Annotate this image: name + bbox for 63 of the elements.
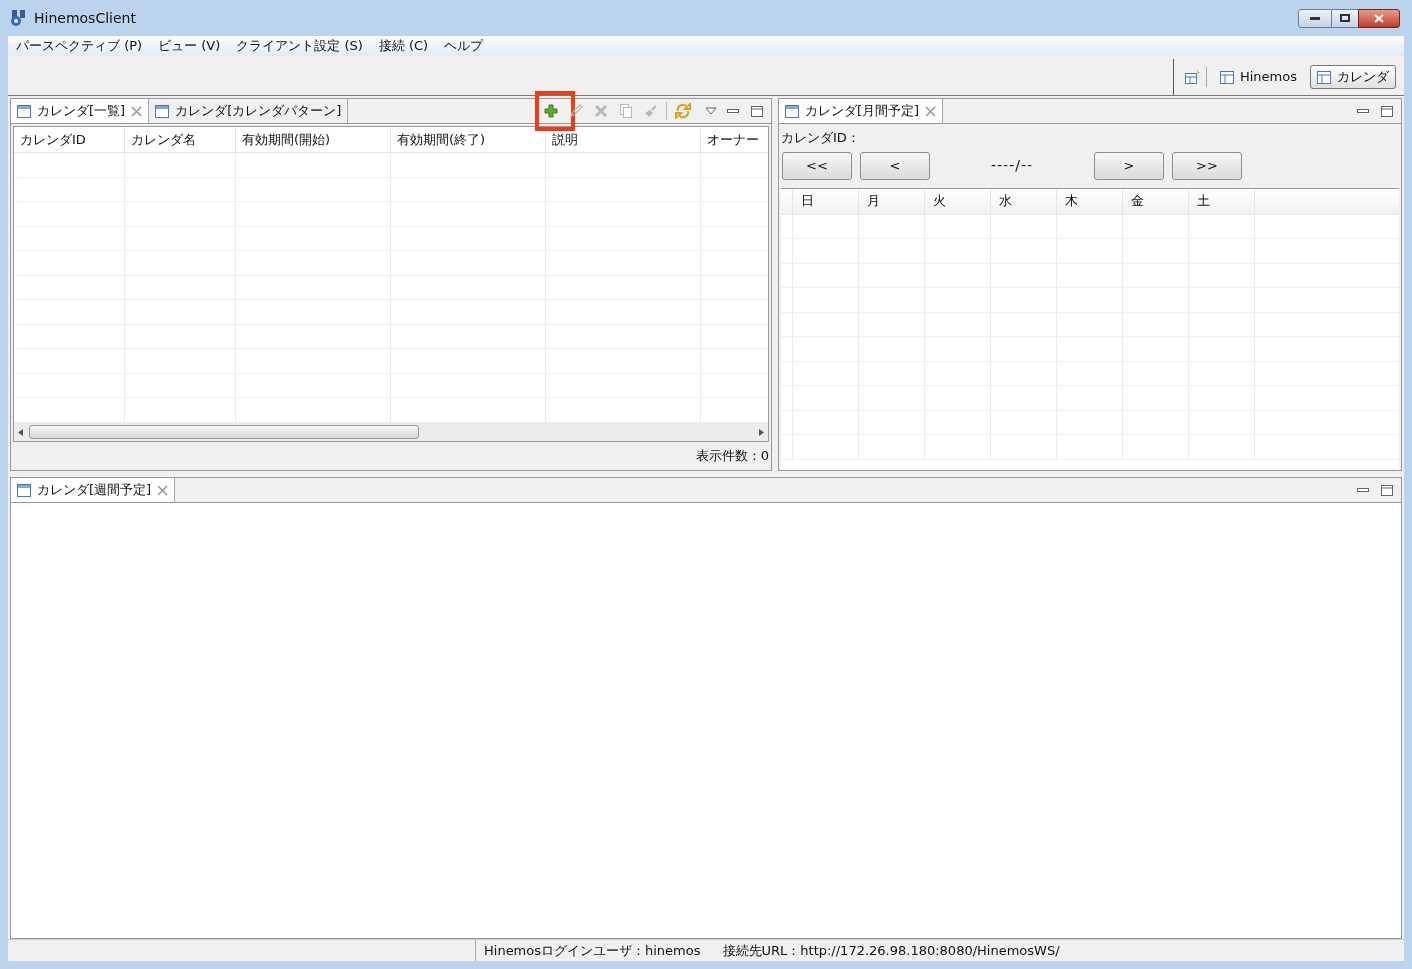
column-header[interactable]: 有効期間(開始) bbox=[236, 127, 391, 152]
maximize-icon[interactable] bbox=[1381, 105, 1393, 117]
menu-item[interactable]: 接続 (C) bbox=[370, 36, 437, 56]
menu-item[interactable]: クライアント設定 (S) bbox=[228, 36, 371, 56]
tab-label: カレンダ[月間予定] bbox=[805, 102, 920, 121]
weekday-header: 土 bbox=[1189, 188, 1255, 214]
menu-item[interactable]: ビュー (V) bbox=[150, 36, 229, 56]
record-count: 表示件数：0 bbox=[695, 447, 769, 466]
maximize-button[interactable] bbox=[1332, 8, 1358, 28]
close-icon[interactable] bbox=[925, 105, 937, 117]
weekday-header: 火 bbox=[925, 188, 991, 214]
weekday-header: 水 bbox=[991, 188, 1057, 214]
column-header[interactable]: オーナー bbox=[701, 127, 768, 152]
perspective-button[interactable]: Hinemos bbox=[1213, 65, 1304, 89]
close-icon bbox=[1374, 13, 1384, 23]
maximize-icon[interactable] bbox=[751, 105, 763, 117]
minimize-button[interactable] bbox=[1298, 8, 1332, 28]
view-icon bbox=[17, 104, 31, 118]
column-header[interactable]: カレンダ名 bbox=[125, 127, 236, 152]
login-user-status: Hinemosログインユーザ：hinemos bbox=[483, 941, 701, 960]
close-icon[interactable] bbox=[131, 105, 143, 117]
minimize-icon[interactable] bbox=[1357, 487, 1369, 493]
weekday-header: 金 bbox=[1123, 188, 1189, 214]
menu-item[interactable]: パースペクティブ (P) bbox=[8, 36, 151, 56]
view-tab[interactable]: カレンダ[月間予定] bbox=[779, 99, 944, 123]
view-tab[interactable]: カレンダ[週間予定] bbox=[11, 478, 176, 502]
weekday-header: 木 bbox=[1057, 188, 1123, 214]
view-icon bbox=[785, 104, 799, 118]
close-icon[interactable] bbox=[157, 484, 169, 496]
app-icon bbox=[10, 9, 28, 27]
weekday-header: 月 bbox=[859, 188, 925, 214]
menu-item[interactable]: ヘルプ bbox=[436, 36, 492, 56]
weekday-header: 日 bbox=[793, 188, 859, 214]
scroll-right-icon[interactable] bbox=[759, 428, 764, 436]
month-label: ----/-- bbox=[990, 156, 1034, 175]
nav-button[interactable]: > bbox=[1094, 151, 1164, 180]
minimize-icon[interactable] bbox=[1357, 108, 1369, 114]
tab-label: カレンダ[週間予定] bbox=[37, 481, 152, 500]
view-icon bbox=[17, 483, 31, 497]
column-header[interactable]: 説明 bbox=[546, 127, 701, 152]
calendar-id-label: カレンダID： bbox=[780, 129, 861, 147]
connection-url-status: 接続先URL：http://172.26.98.180:8080/HinemosWS/ bbox=[721, 941, 1060, 960]
view-menu-icon[interactable] bbox=[705, 107, 717, 115]
nav-button[interactable]: < bbox=[860, 151, 930, 180]
view-tab[interactable]: カレンダ[一覧] bbox=[11, 99, 150, 123]
perspective-button[interactable]: カレンダ bbox=[1310, 65, 1396, 89]
column-header[interactable]: 有効期間(終了) bbox=[391, 127, 546, 152]
add-icon[interactable] bbox=[542, 103, 559, 119]
tab-label: カレンダ[カレンダパターン] bbox=[175, 102, 342, 121]
view-icon bbox=[155, 104, 170, 118]
scroll-left-icon[interactable] bbox=[18, 428, 23, 436]
horizontal-scrollbar[interactable] bbox=[14, 423, 768, 441]
column-header[interactable]: カレンダID bbox=[14, 127, 125, 152]
maximize-icon[interactable] bbox=[1381, 484, 1393, 496]
table-icon bbox=[1317, 70, 1331, 84]
close-button[interactable] bbox=[1358, 8, 1400, 28]
table-icon bbox=[1220, 70, 1234, 84]
tab-label: カレンダ[一覧] bbox=[37, 102, 126, 121]
minimize-icon[interactable] bbox=[727, 108, 739, 114]
window-title: HinemosClient bbox=[34, 8, 136, 28]
open-perspective-icon[interactable] bbox=[1184, 69, 1200, 85]
nav-button[interactable]: << bbox=[782, 151, 852, 180]
nav-button[interactable]: >> bbox=[1172, 151, 1242, 180]
